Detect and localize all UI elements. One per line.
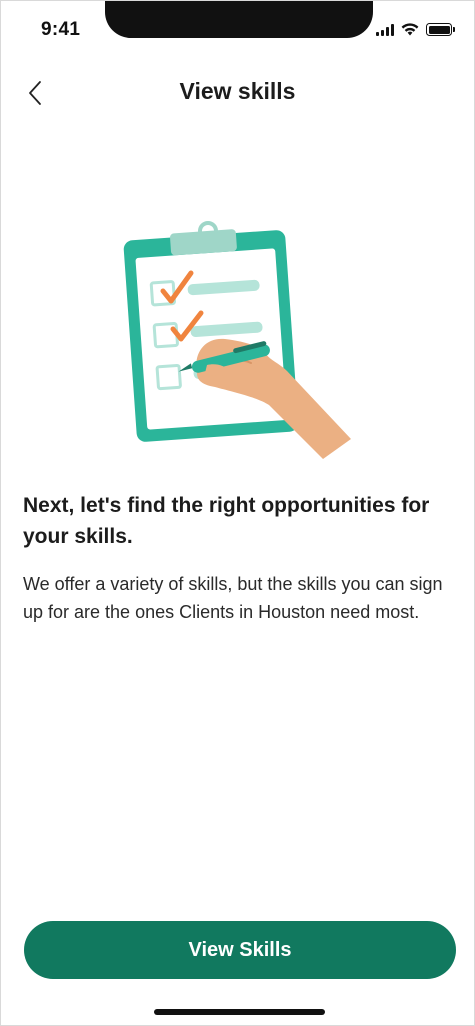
app-screen: 9:41 View skills Next, let's find the ri… [0,0,475,1026]
status-bar: 9:41 [1,1,474,61]
nav-header: View skills [1,63,474,123]
status-icons [376,23,455,36]
battery-icon [426,23,455,36]
home-indicator [154,1009,325,1015]
wifi-icon [401,23,419,36]
status-time: 9:41 [41,19,81,40]
page-title: View skills [179,78,296,104]
view-skills-button[interactable]: View Skills [24,921,456,979]
signal-icon [376,23,394,36]
body-text: We offer a variety of skills, but the sk… [23,574,443,622]
device-notch [105,1,373,38]
clipboard-checklist-illustration [123,221,351,459]
headline: Next, let's find the right opportunities… [23,494,430,548]
